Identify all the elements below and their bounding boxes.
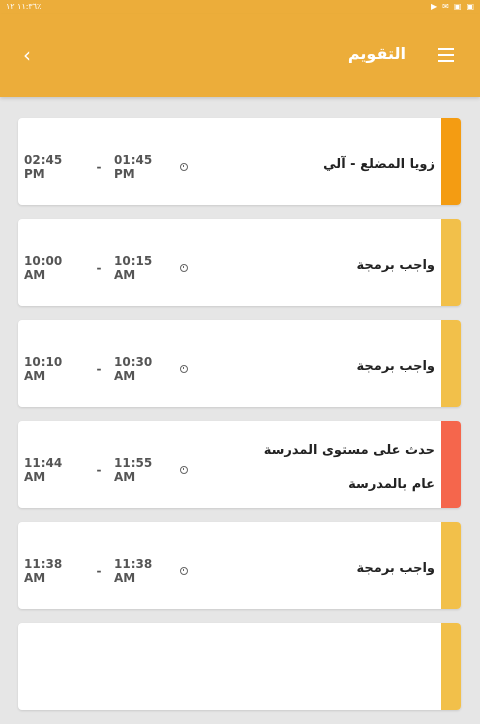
event-end-time: 11:44 AM: [24, 456, 63, 484]
status-icons: ▶ ✉ ▣ ▣: [431, 2, 474, 11]
event-color-bar: [441, 219, 461, 306]
event-title: واجب برمجة: [356, 561, 435, 576]
hamburger-icon: [438, 60, 454, 62]
mail-icon: ✉: [442, 2, 449, 11]
event-color-bar: [441, 118, 461, 205]
event-start-time: 11:38 AM: [114, 557, 153, 585]
event-start-time: 01:45 PM: [114, 153, 153, 181]
clock-icon: [180, 163, 188, 171]
event-card[interactable]: [18, 623, 461, 710]
event-card[interactable]: حدث على مستوى المدرسة عام بالمدرسة 11:44 A…: [18, 421, 461, 508]
event-time-range: 11:44 AM -11:55 AM: [24, 456, 188, 484]
status-bar: ١١:٣٦ ١٢٪ ▶ ✉ ▣ ▣: [0, 0, 480, 14]
play-icon: ▶: [431, 2, 438, 11]
event-time-range: 02:45 PM -01:45 PM: [24, 153, 188, 181]
status-time: ١١:٣٦: [17, 2, 38, 11]
event-time-range: 10:00 AM -10:15 AM: [24, 254, 188, 282]
time-separator: -: [96, 160, 102, 174]
hamburger-icon: [438, 54, 454, 56]
event-end-time: 02:45 PM: [24, 153, 63, 181]
image-icon: ▣: [453, 2, 462, 11]
event-end-time: 11:38 AM: [24, 557, 63, 585]
event-start-time: 10:30 AM: [114, 355, 153, 383]
menu-button[interactable]: [438, 48, 454, 62]
event-title: واجب برمجة: [356, 258, 435, 273]
event-card[interactable]: زويا المضلع - آلي 02:45 PM -01:45 PM: [18, 118, 461, 205]
image-icon: ▣: [466, 2, 474, 11]
time-separator: -: [96, 261, 102, 275]
event-card[interactable]: واجب برمجة 10:10 AM -10:30 AM: [18, 320, 461, 407]
event-color-bar: [441, 320, 461, 407]
event-card[interactable]: واجب برمجة 11:38 AM -11:38 AM: [18, 522, 461, 609]
event-end-time: 10:00 AM: [24, 254, 63, 282]
hamburger-icon: [438, 48, 454, 50]
app-bar: ‹ التقويم: [0, 14, 480, 97]
chevron-left-icon: ‹: [23, 43, 31, 67]
back-button[interactable]: ‹: [14, 42, 40, 68]
event-time-range: 11:38 AM -11:38 AM: [24, 557, 188, 585]
time-separator: -: [96, 362, 102, 376]
event-start-time: 11:55 AM: [114, 456, 153, 484]
event-start-time: 10:15 AM: [114, 254, 153, 282]
clock-icon: [180, 365, 188, 373]
event-time-range: 10:10 AM -10:30 AM: [24, 355, 188, 383]
clock-icon: [180, 567, 188, 575]
clock-icon: [180, 466, 188, 474]
event-color-bar: [441, 522, 461, 609]
event-card[interactable]: واجب برمجة 10:00 AM -10:15 AM: [18, 219, 461, 306]
event-subtitle: عام بالمدرسة: [348, 477, 435, 492]
page-title: التقويم: [347, 44, 406, 63]
event-title: زويا المضلع - آلي: [323, 157, 435, 172]
time-separator: -: [96, 564, 102, 578]
event-list: زويا المضلع - آلي 02:45 PM -01:45 PM واجب ب…: [18, 118, 461, 724]
status-left: ١١:٣٦ ١٢٪: [6, 2, 41, 11]
time-separator: -: [96, 463, 102, 477]
event-color-bar: [441, 421, 461, 508]
event-title: واجب برمجة: [356, 359, 435, 374]
clock-icon: [180, 264, 188, 272]
event-end-time: 10:10 AM: [24, 355, 63, 383]
event-title: حدث على مستوى المدرسة: [263, 443, 435, 458]
event-color-bar: [441, 623, 461, 710]
